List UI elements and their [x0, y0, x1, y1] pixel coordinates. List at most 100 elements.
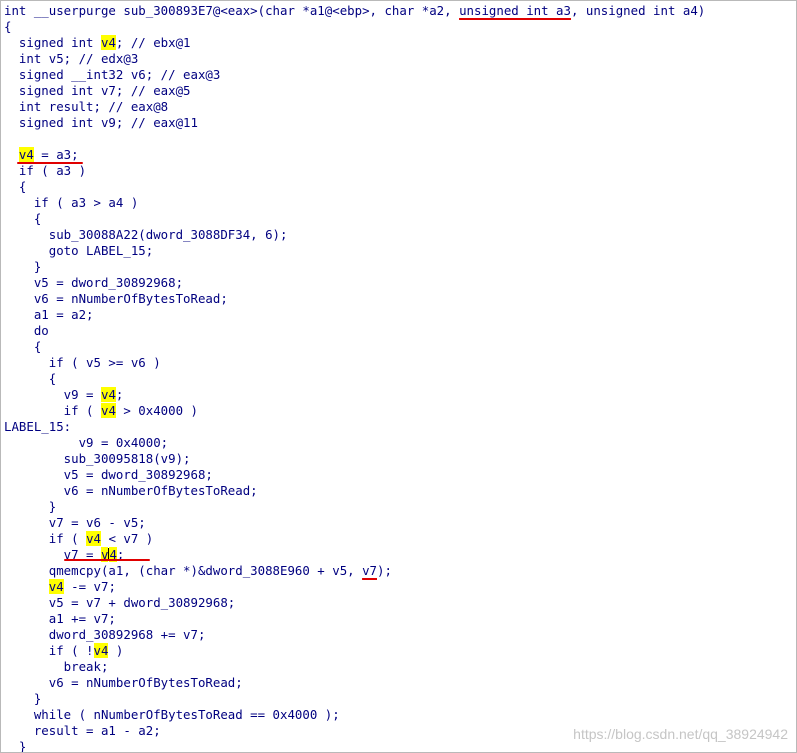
code-token: qmemcpy(a1, (char *)&dword_3088E960 + v5… — [4, 563, 363, 578]
code-token: if ( v5 >= v6 ) — [4, 355, 161, 370]
code-line: if ( a3 > a4 ) — [4, 195, 796, 211]
code-token: int __userpurge sub_300893E7@<eax>(char … — [4, 3, 460, 18]
code-token: break; — [4, 659, 109, 674]
code-line: int __userpurge sub_300893E7@<eax>(char … — [4, 3, 796, 19]
code-line: if ( a3 ) — [4, 163, 796, 179]
code-line: v6 = nNumberOfBytesToRead; — [4, 483, 796, 499]
code-token: v6 = nNumberOfBytesToRead; — [4, 675, 243, 690]
code-token: v7 = v6 - v5; — [4, 515, 146, 530]
code-line: signed int v9; // eax@11 — [4, 115, 796, 131]
code-token: v6 = nNumberOfBytesToRead; — [4, 483, 258, 498]
code-line: goto LABEL_15; — [4, 243, 796, 259]
code-line: v4 -= v7; — [4, 579, 796, 595]
code-line: if ( v4 > 0x4000 ) — [4, 403, 796, 419]
code-line: { — [4, 371, 796, 387]
highlighted-identifier: v4 — [93, 643, 109, 658]
code-line: if ( v5 >= v6 ) — [4, 355, 796, 371]
highlighted-identifier: v4 — [100, 35, 116, 50]
code-line: sub_30088A22(dword_3088DF34, 6); — [4, 227, 796, 243]
code-token: a1 += v7; — [4, 611, 116, 626]
csdn-watermark: https://blog.csdn.net/qq_38924942 — [573, 726, 788, 742]
code-line: { — [4, 211, 796, 227]
highlighted-identifier: v4 — [48, 579, 64, 594]
code-token: > 0x4000 ) — [115, 403, 198, 418]
code-token: do — [4, 323, 49, 338]
code-token: v9 = 0x4000; — [4, 435, 169, 450]
code-line: int v5; // edx@3 — [4, 51, 796, 67]
code-token: v5 = v7 + dword_30892968; — [4, 595, 236, 610]
code-token: ; // ebx@1 — [115, 35, 191, 50]
code-token: ); — [377, 563, 392, 578]
code-line: LABEL_15: — [4, 419, 796, 435]
code-line: v5 = dword_30892968; — [4, 467, 796, 483]
highlighted-identifier: v4 — [18, 147, 34, 162]
code-token: } — [4, 259, 42, 274]
code-token: { — [4, 371, 57, 386]
code-line: } — [4, 499, 796, 515]
annotated-token: v7 — [362, 563, 377, 578]
code-token: sub_30095818(v9); — [4, 451, 191, 466]
code-token: -= v7; — [63, 579, 116, 594]
code-line: signed __int32 v6; // eax@3 — [4, 67, 796, 83]
code-token: v5 = dword_30892968; — [4, 467, 213, 482]
code-token: while ( nNumberOfBytesToRead == 0x4000 )… — [4, 707, 340, 722]
code-line: dword_30892968 += v7; — [4, 627, 796, 643]
highlighted-identifier: v4 — [100, 403, 116, 418]
code-line: v6 = nNumberOfBytesToRead; — [4, 291, 796, 307]
code-token: dword_30892968 += v7; — [4, 627, 206, 642]
code-token: ) — [108, 643, 124, 658]
code-token: , unsigned int a4) — [570, 3, 706, 18]
code-line: if ( !v4 ) — [4, 643, 796, 659]
code-token: signed int v7; // eax@5 — [4, 83, 191, 98]
code-line: signed int v4; // ebx@1 — [4, 35, 796, 51]
code-token: { — [4, 179, 27, 194]
red-annotation-underline — [64, 559, 150, 561]
code-token: } — [4, 739, 27, 753]
code-line: a1 = a2; — [4, 307, 796, 323]
code-line: do — [4, 323, 796, 339]
code-token: if ( — [4, 531, 87, 546]
code-line: sub_30095818(v9); — [4, 451, 796, 467]
code-token: } — [4, 691, 42, 706]
code-line: if ( v4 < v7 ) — [4, 531, 796, 547]
code-token: v6 = nNumberOfBytesToRead; — [4, 291, 228, 306]
pseudocode-view[interactable]: int __userpurge sub_300893E7@<eax>(char … — [0, 0, 797, 753]
code-token: { — [4, 339, 42, 354]
code-token: LABEL_15: — [4, 419, 72, 434]
code-line: { — [4, 339, 796, 355]
code-line: } — [4, 259, 796, 275]
code-token: signed __int32 v6; // eax@3 — [4, 67, 221, 82]
red-annotation-underline — [17, 162, 83, 164]
code-line: signed int v7; // eax@5 — [4, 83, 796, 99]
code-token: result = a1 - a2; — [4, 723, 161, 738]
highlighted-identifier: v4 — [86, 531, 101, 546]
code-line: v9 = 0x4000; — [4, 435, 796, 451]
code-line: v9 = v4; — [4, 387, 796, 403]
highlighted-identifier: v4 — [100, 387, 116, 402]
code-line: while ( nNumberOfBytesToRead == 0x4000 )… — [4, 707, 796, 723]
code-line: qmemcpy(a1, (char *)&dword_3088E960 + v5… — [4, 563, 796, 579]
code-token: { — [4, 211, 42, 226]
code-token: if ( a3 > a4 ) — [4, 195, 139, 210]
code-token: if ( a3 ) — [4, 163, 87, 178]
code-token: if ( — [4, 403, 101, 418]
code-token: signed int — [4, 35, 101, 50]
code-token: { — [4, 19, 12, 34]
code-line: { — [4, 179, 796, 195]
code-lines: int __userpurge sub_300893E7@<eax>(char … — [4, 3, 796, 753]
code-line: v4 = a3; — [4, 147, 796, 163]
code-token: ; — [115, 387, 124, 402]
code-token: = a3; — [33, 147, 79, 162]
code-token: v5 = dword_30892968; — [4, 275, 184, 290]
code-token: int result; // eax@8 — [4, 99, 169, 114]
code-token: sub_30088A22(dword_3088DF34, 6); — [4, 227, 288, 242]
code-line: a1 += v7; — [4, 611, 796, 627]
code-line: v7 = v6 - v5; — [4, 515, 796, 531]
annotated-token: unsigned int a3 — [459, 3, 571, 18]
code-line: break; — [4, 659, 796, 675]
code-line: int result; // eax@8 — [4, 99, 796, 115]
code-line: } — [4, 691, 796, 707]
code-token: < v7 ) — [100, 531, 154, 546]
